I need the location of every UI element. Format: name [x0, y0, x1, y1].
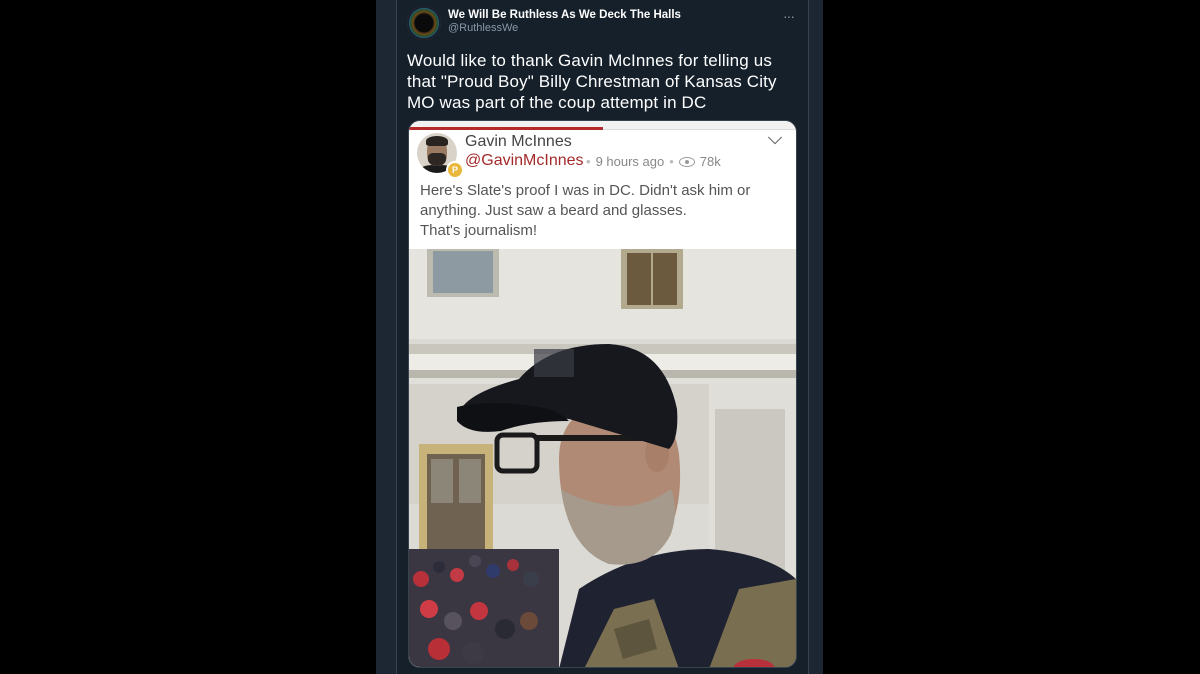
- chevron-down-icon: [767, 136, 783, 145]
- embedded-photo: [409, 249, 796, 667]
- embedded-post-meta: • 9 hours ago • 78k: [581, 154, 721, 169]
- embedded-post-views: 78k: [699, 154, 721, 169]
- separator-dot: •: [669, 154, 674, 169]
- author-handle[interactable]: @RuthlessWe: [448, 22, 518, 34]
- embedded-author-name: Gavin McInnes: [465, 133, 572, 150]
- tweet-text: Would like to thank Gavin McInnes for te…: [407, 51, 777, 112]
- author-avatar[interactable]: [407, 6, 441, 40]
- screen: We Will Be Ruthless As We Deck The Halls…: [0, 0, 1200, 674]
- background-strip-left: [376, 0, 396, 674]
- ellipsis-icon[interactable]: ···: [783, 8, 795, 24]
- embedded-post-body: Here's Slate's proof I was in DC. Didn't…: [420, 182, 751, 239]
- separator-dot: •: [586, 154, 591, 169]
- background-strip-right: [809, 0, 823, 674]
- screenshot-tab-indicator: [409, 127, 603, 130]
- tweet-media-image[interactable]: P Gavin McInnes @GavinMcInnes • 9 hours …: [408, 120, 797, 668]
- tweet-card[interactable]: We Will Be Ruthless As We Deck The Halls…: [396, 0, 809, 674]
- author-display-name[interactable]: We Will Be Ruthless As We Deck The Halls: [448, 9, 681, 21]
- embedded-author-handle: @GavinMcInnes: [465, 152, 584, 169]
- eye-icon: [678, 156, 695, 167]
- verified-badge-icon: P: [446, 161, 464, 179]
- embedded-post-time: 9 hours ago: [595, 154, 665, 169]
